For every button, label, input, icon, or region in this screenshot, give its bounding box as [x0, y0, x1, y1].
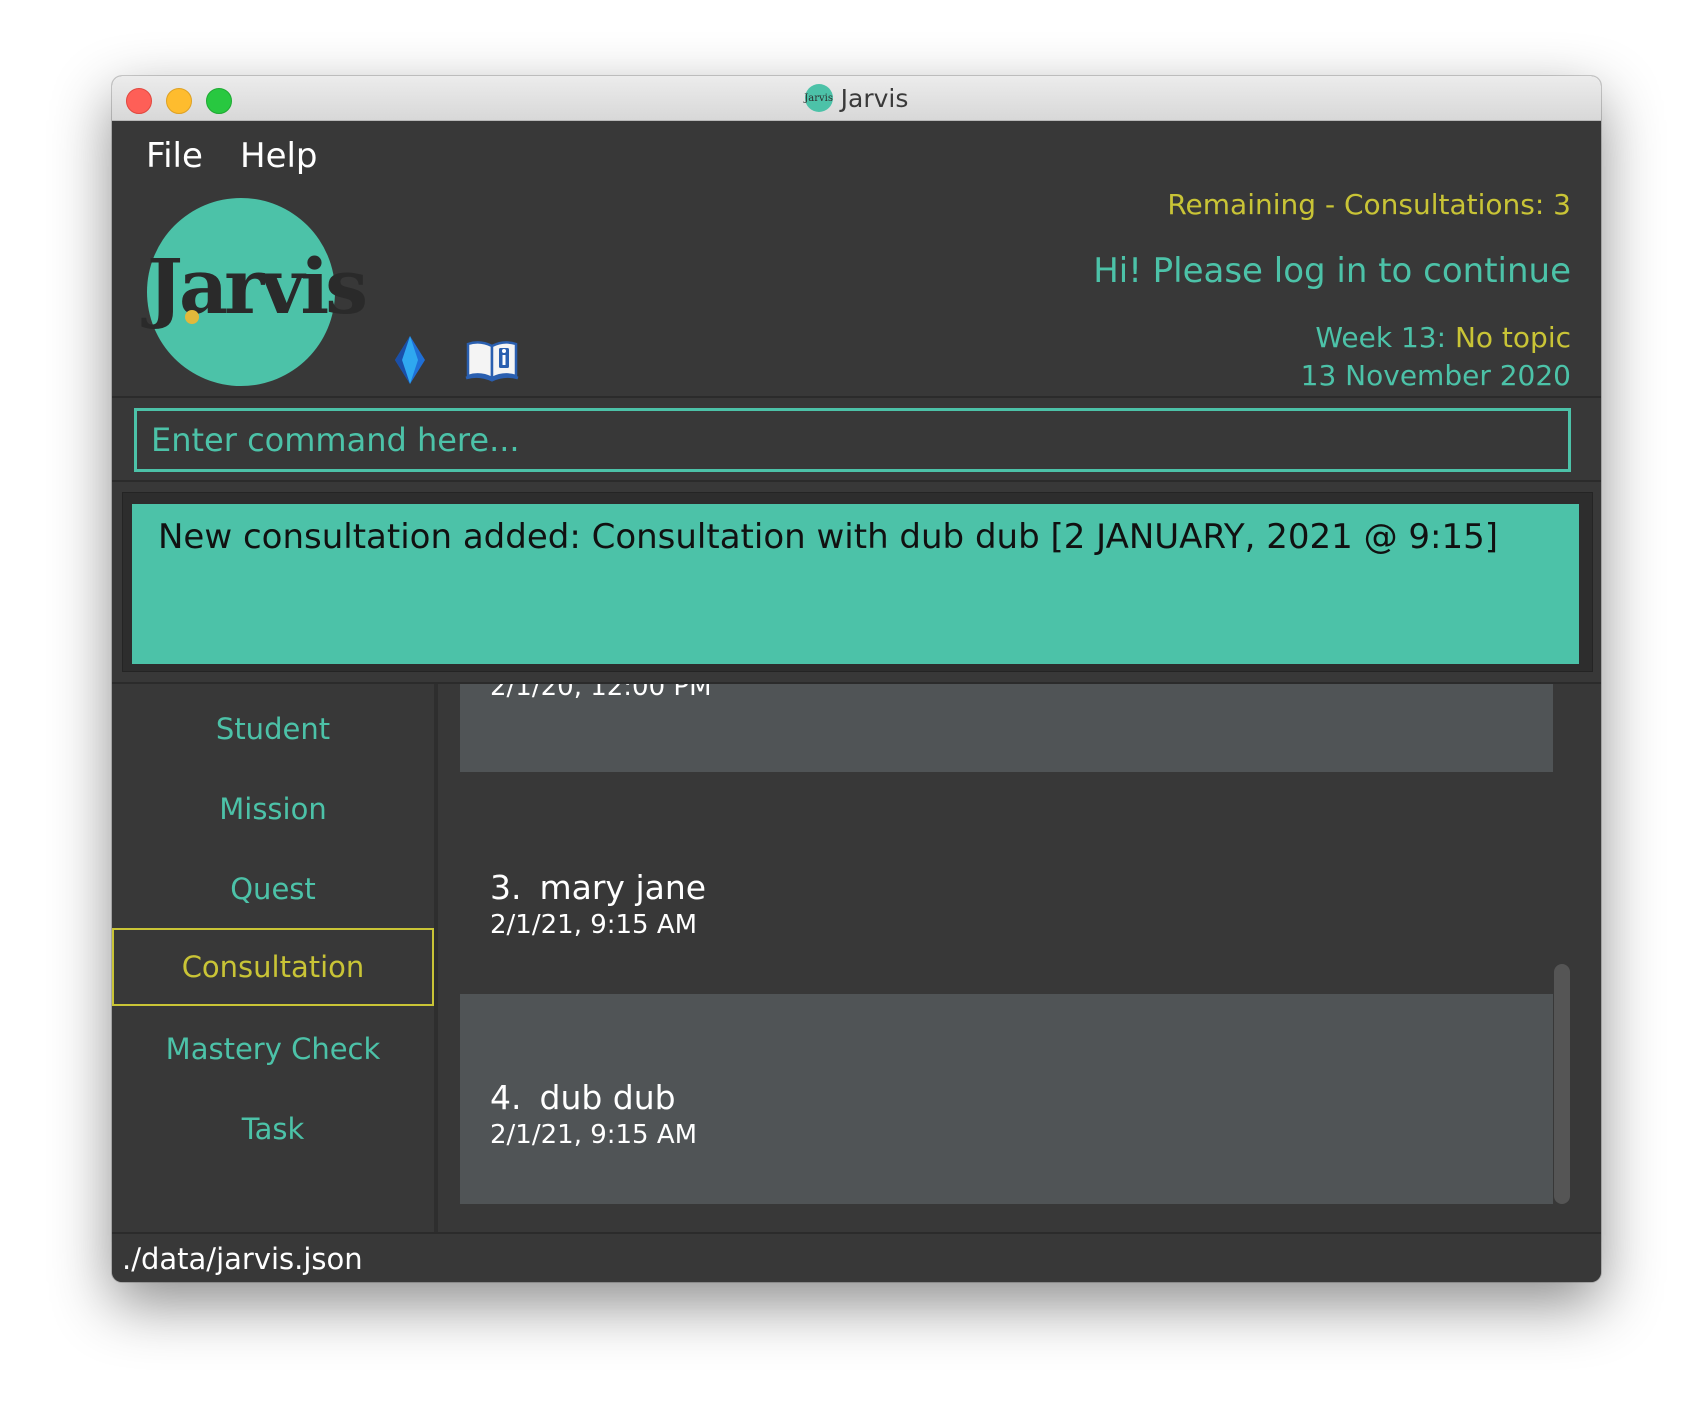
- sidebar-item-mastery-check[interactable]: Mastery Check: [112, 1010, 434, 1088]
- list-item[interactable]: 4. dub dub 2/1/21, 9:15 AM: [460, 994, 1553, 1204]
- jarvis-logo: Jarvis: [147, 198, 368, 386]
- divider: [112, 396, 1601, 398]
- window-title: Jarvis Jarvis: [112, 76, 1601, 120]
- menu-bar: File Help: [112, 120, 1601, 184]
- item-name: mary jane: [539, 868, 707, 907]
- item-date: 2/1/20, 12:00 PM: [490, 684, 712, 702]
- week-info: Week 13: No topic: [1315, 321, 1571, 354]
- result-message: New consultation added: Consultation wit…: [132, 504, 1579, 664]
- consultation-list: 2/1/20, 12:00 PM 3. mary jane 2/1/21, 9:1…: [438, 684, 1601, 1232]
- login-greeting: Hi! Please log in to continue: [1093, 251, 1571, 291]
- gem-icon[interactable]: [392, 334, 428, 386]
- title-bar: Jarvis Jarvis: [112, 76, 1601, 121]
- menu-file[interactable]: File: [146, 136, 203, 176]
- week-topic: No topic: [1454, 321, 1571, 354]
- list-item[interactable]: 2/1/20, 12:00 PM: [460, 684, 1553, 772]
- sidebar-item-quest[interactable]: Quest: [112, 850, 434, 928]
- divider: [112, 480, 1601, 482]
- sidebar-item-consultation[interactable]: Consultation: [112, 928, 434, 1006]
- item-date: 2/1/21, 9:15 AM: [490, 910, 698, 940]
- item-title: 3. mary jane: [490, 868, 706, 907]
- item-date: 2/1/21, 9:15 AM: [490, 1120, 698, 1150]
- item-index: 4.: [490, 1078, 522, 1117]
- book-info-icon[interactable]: [464, 338, 520, 382]
- sidebar-item-task[interactable]: Task: [112, 1090, 434, 1168]
- app-logo-icon: Jarvis: [804, 84, 833, 112]
- list-item[interactable]: 3. mary jane 2/1/21, 9:15 AM: [460, 784, 1553, 994]
- window-title-text: Jarvis: [840, 83, 909, 113]
- item-title: 4. dub dub: [490, 1078, 676, 1117]
- week-label: Week 13:: [1315, 321, 1455, 354]
- item-index: 3.: [490, 868, 522, 907]
- status-bar: ./data/jarvis.json: [112, 1232, 1601, 1282]
- sidebar-item-mission[interactable]: Mission: [112, 770, 434, 848]
- command-box: [134, 408, 1571, 472]
- logo-dot: [185, 310, 199, 324]
- data-file-path: ./data/jarvis.json: [122, 1242, 363, 1276]
- remaining-consultations: Remaining - Consultations: 3: [1167, 188, 1571, 221]
- logo-text: Jarvis: [147, 242, 368, 331]
- sidebar: Student Mission Quest Consultation Maste…: [112, 684, 434, 1232]
- menu-help[interactable]: Help: [240, 136, 318, 176]
- app-window: Jarvis Jarvis File Help Jarvis Remaining…: [112, 76, 1601, 1282]
- current-date: 13 November 2020: [1300, 359, 1571, 392]
- sidebar-item-student[interactable]: Student: [112, 690, 434, 768]
- list-scrollbar[interactable]: [1554, 964, 1570, 1204]
- item-name: dub dub: [539, 1078, 676, 1117]
- command-input[interactable]: [137, 411, 1568, 469]
